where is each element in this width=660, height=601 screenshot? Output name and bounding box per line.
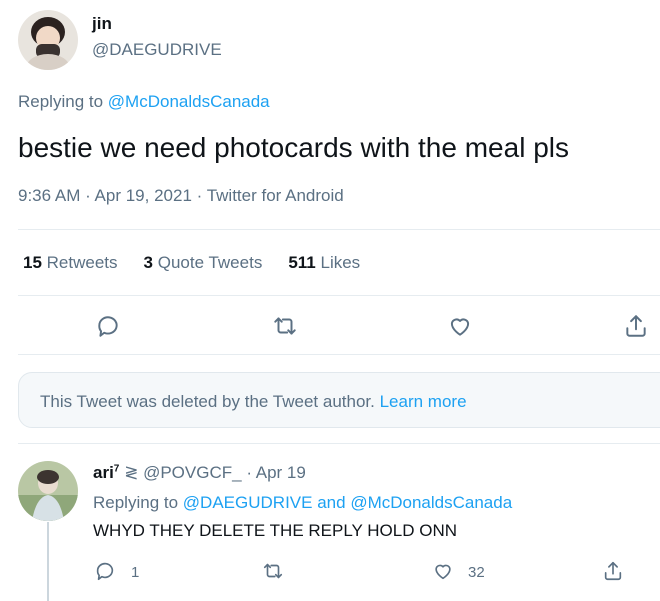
divider — [18, 229, 660, 230]
reply-name-text: ari — [93, 463, 114, 482]
reply-header: ari7 ≷ @POVGCF_ · Apr 19 — [93, 463, 306, 483]
replying-prefix: Replying to — [18, 92, 104, 111]
reply-icon[interactable] — [94, 560, 116, 582]
tweet-timestamp[interactable]: 9:36 AM · Apr 19, 2021 · Twitter for And… — [18, 186, 344, 206]
reply-author-name[interactable]: ari7 — [93, 463, 119, 482]
reply-author-handle[interactable]: @POVGCF_ — [143, 463, 242, 482]
reply-count: 1 — [131, 564, 140, 581]
share-icon[interactable] — [602, 560, 624, 582]
retweet-icon[interactable] — [272, 313, 298, 339]
share-icon[interactable] — [623, 313, 649, 339]
heart-icon[interactable] — [447, 313, 473, 339]
reply-author-avatar[interactable] — [18, 461, 78, 521]
reply-replying-user2[interactable]: @McDonaldsCanada — [350, 493, 512, 512]
reply-symbol: ≷ — [124, 463, 139, 482]
reply-date[interactable]: · Apr 19 — [246, 463, 306, 482]
deleted-tweet-notice: This Tweet was deleted by the Tweet auth… — [18, 372, 660, 428]
quotes-label: Quote Tweets — [157, 253, 263, 272]
author-name[interactable]: jin — [92, 14, 112, 34]
reply-replying-prefix: Replying to — [93, 493, 179, 512]
quote-tweets-stat[interactable]: 3 Quote Tweets — [144, 253, 263, 273]
retweets-count: 15 — [23, 253, 42, 272]
thread-line — [47, 522, 49, 601]
replying-to-link[interactable]: @McDonaldsCanada — [108, 92, 270, 111]
quotes-count: 3 — [143, 253, 153, 272]
reply-name-sup: 7 — [113, 463, 120, 475]
likes-label: Likes — [320, 253, 361, 272]
reply-icon[interactable] — [95, 313, 121, 339]
retweets-stat[interactable]: 15 Retweets — [23, 253, 118, 273]
divider — [18, 295, 660, 296]
learn-more-link[interactable]: Learn more — [380, 392, 467, 411]
tweet-stats: 15 Retweets 3 Quote Tweets 511 Likes — [23, 253, 386, 273]
reply-replying-and[interactable]: and — [317, 493, 345, 512]
retweets-label: Retweets — [46, 253, 118, 272]
author-handle[interactable]: @DAEGUDRIVE — [92, 40, 222, 60]
tweet-text: bestie we need photocards with the meal … — [18, 132, 569, 163]
replying-to-line: Replying to @McDonaldsCanada — [18, 92, 270, 112]
reply-text: WHYD THEY DELETE THE REPLY HOLD ONN — [93, 521, 458, 540]
like-count: 32 — [468, 564, 485, 581]
reply-replying-to-line: Replying to @DAEGUDRIVE and @McDonaldsCa… — [93, 493, 512, 513]
divider — [18, 443, 660, 444]
heart-icon[interactable] — [432, 560, 454, 582]
author-avatar[interactable] — [18, 10, 78, 70]
retweet-icon[interactable] — [262, 560, 284, 582]
likes-stat[interactable]: 511 Likes — [288, 253, 360, 273]
reply-replying-user1[interactable]: @DAEGUDRIVE — [183, 493, 313, 512]
divider — [18, 354, 660, 355]
deleted-message: This Tweet was deleted by the Tweet auth… — [40, 392, 375, 411]
likes-count: 511 — [288, 253, 316, 272]
deleted-notice-text: This Tweet was deleted by the Tweet auth… — [40, 392, 467, 412]
